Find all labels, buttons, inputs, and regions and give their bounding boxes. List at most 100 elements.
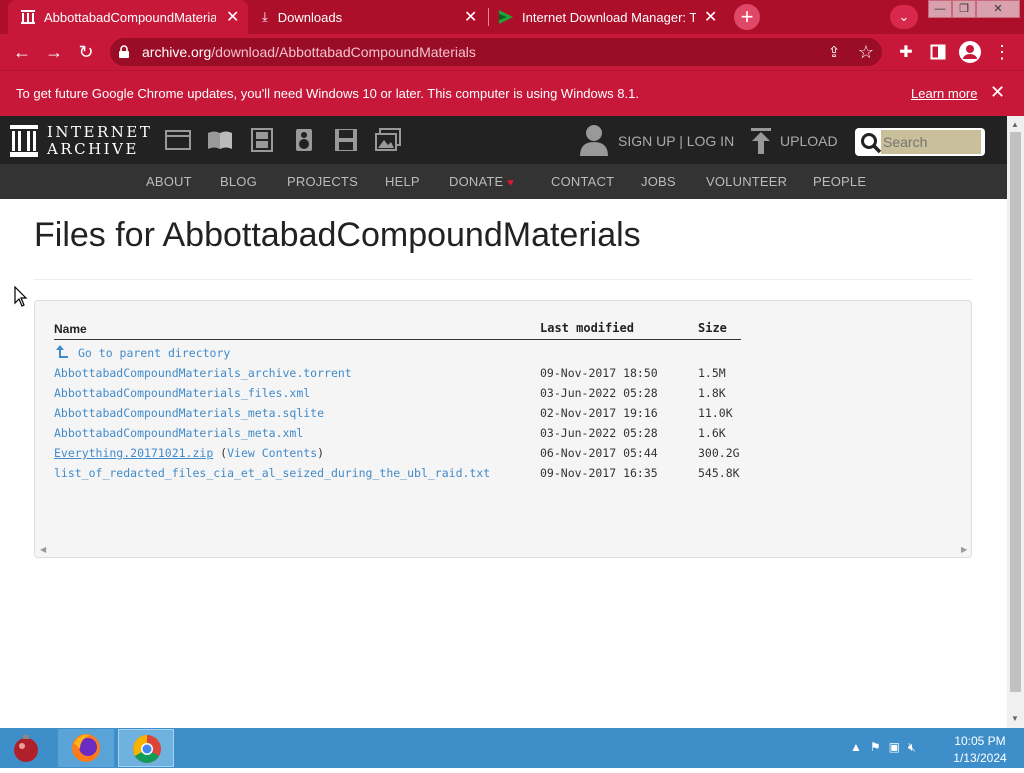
taskbar-firefox[interactable] (58, 729, 114, 767)
side-panel-icon[interactable] (924, 34, 952, 70)
share-icon[interactable]: ⇪ (820, 34, 848, 70)
url-text[interactable]: archive.org/download/AbbottabadCompoundM… (142, 44, 476, 60)
url-path: /download/AbbottabadCompoundMaterials (211, 44, 476, 60)
parent-directory-link[interactable]: Go to parent directory (78, 346, 230, 360)
video-icon[interactable] (249, 128, 275, 152)
table-row: AbbottabadCompoundMaterials_meta.sqlite … (0, 406, 1000, 426)
idm-icon (498, 9, 514, 25)
nav-about[interactable]: ABOUT (146, 174, 192, 189)
tab-title: Internet Download Manager: The (522, 9, 696, 25)
close-icon[interactable]: ✕ (704, 7, 717, 27)
new-tab-button[interactable]: + (734, 4, 760, 30)
scroll-up-arrow[interactable]: ▲ (1011, 120, 1019, 129)
images-icon[interactable] (375, 128, 401, 152)
show-hidden-icons-icon[interactable]: ▲ (850, 740, 862, 758)
file-size: 300.2G (698, 446, 740, 460)
lock-icon[interactable] (118, 45, 130, 59)
file-name-link[interactable]: AbbottabadCompoundMaterials_meta.sqlite (54, 406, 324, 420)
download-icon: ⤓ (262, 9, 268, 24)
header-divider (54, 339, 741, 340)
volume-muted-icon[interactable]: 🔇︎ (908, 740, 916, 758)
signup-login-link[interactable]: SIGN UP | LOG IN (618, 133, 734, 149)
file-name-link[interactable]: AbbottabadCompoundMaterials_archive.torr… (54, 366, 352, 380)
clock-time: 10:05 PM (954, 734, 1006, 748)
up-arrow-icon[interactable] (55, 345, 69, 362)
close-window-button[interactable]: ✕ (976, 0, 1020, 18)
learn-more-link[interactable]: Learn more (911, 86, 977, 101)
column-header-modified[interactable]: Last modified (540, 321, 634, 335)
nav-donate[interactable]: DONATE ♥ (449, 174, 514, 189)
logo-line-1: INTERNET (47, 123, 153, 141)
nav-donate-label: DONATE (449, 174, 504, 189)
nav-jobs[interactable]: JOBS (641, 174, 676, 189)
taskbar-chrome[interactable] (118, 729, 174, 767)
user-icon[interactable] (580, 124, 608, 156)
tab-title: AbbottabadCompoundMaterials (44, 9, 216, 25)
file-name-link[interactable]: Everything.20171021.zip (54, 446, 213, 460)
software-icon[interactable] (333, 128, 359, 152)
ia-logo-text[interactable]: INTERNET ARCHIVE (47, 124, 152, 158)
table-row: AbbottabadCompoundMaterials_archive.torr… (0, 366, 1000, 386)
extensions-icon[interactable]: ✚ (892, 34, 920, 70)
tab-idm[interactable]: Internet Download Manager: The ✕ (490, 0, 726, 34)
clock-date: 1/13/2024 (953, 751, 1007, 765)
parent-directory-row: Go to parent directory (0, 345, 1000, 366)
minimize-button[interactable]: — (928, 0, 952, 18)
file-modified: 09-Nov-2017 18:50 (540, 366, 658, 380)
heart-icon: ♥ (507, 177, 514, 189)
close-icon[interactable]: ✕ (226, 7, 239, 27)
nav-help[interactable]: HELP (385, 174, 420, 189)
reload-icon[interactable]: ↻ (72, 34, 100, 70)
upload-link[interactable]: UPLOAD (780, 133, 838, 149)
scroll-right-arrow[interactable]: ▶ (961, 545, 967, 554)
nav-blog[interactable]: BLOG (220, 174, 257, 189)
tab-title: Downloads (277, 9, 343, 25)
search-input[interactable] (881, 130, 981, 154)
scroll-down-arrow[interactable]: ▼ (1011, 714, 1019, 723)
start-button[interactable] (10, 732, 42, 764)
tab-downloads[interactable]: ⤓ Downloads ✕ (252, 0, 488, 34)
mouse-cursor (14, 285, 28, 308)
menu-icon[interactable]: ⋮ (988, 34, 1016, 70)
close-icon[interactable]: ✕ (464, 7, 477, 27)
scroll-left-arrow[interactable]: ◀ (40, 545, 46, 554)
column-header-name[interactable]: Name (54, 322, 87, 336)
page-title: Files for AbbottabadCompoundMaterials (34, 216, 641, 254)
audio-icon[interactable] (291, 128, 317, 152)
file-name-link[interactable]: AbbottabadCompoundMaterials_meta.xml (54, 426, 303, 440)
ia-logo-icon[interactable] (10, 125, 38, 157)
restore-button[interactable]: ❐ (952, 0, 976, 18)
nav-contact[interactable]: CONTACT (551, 174, 614, 189)
taskbar-clock[interactable]: 10:05 PM 1/13/2024 (950, 733, 1010, 767)
network-icon[interactable]: ▣ (889, 740, 900, 758)
column-header-size[interactable]: Size (698, 321, 727, 335)
forward-icon[interactable]: → (40, 34, 68, 70)
texts-icon[interactable] (207, 128, 233, 152)
nav-projects[interactable]: PROJECTS (287, 174, 358, 189)
profile-avatar[interactable] (956, 34, 984, 70)
logo-line-2: ARCHIVE (47, 140, 139, 158)
close-info-bar-icon[interactable]: ✕ (990, 82, 1005, 103)
upload-icon[interactable] (750, 128, 772, 154)
file-size: 545.8K (698, 466, 740, 480)
action-center-flag-icon[interactable]: ⚑ (870, 740, 881, 758)
table-row: list_of_redacted_files_cia_et_al_seized_… (0, 466, 1000, 486)
file-name-link[interactable]: AbbottabadCompoundMaterials_files.xml (54, 386, 310, 400)
file-name-link[interactable]: list_of_redacted_files_cia_et_al_seized_… (54, 466, 490, 480)
nav-people[interactable]: PEOPLE (813, 174, 866, 189)
nav-volunteer[interactable]: VOLUNTEER (706, 174, 787, 189)
back-icon[interactable]: ← (8, 34, 36, 70)
search-icon[interactable] (860, 132, 882, 154)
file-size: 1.5M (698, 366, 726, 380)
file-modified: 02-Nov-2017 19:16 (540, 406, 658, 420)
view-contents-link[interactable]: View Contents (227, 446, 317, 460)
bookmark-star-icon[interactable]: ☆ (852, 34, 880, 70)
tab-archive[interactable]: AbbottabadCompoundMaterials ✕ (8, 0, 248, 34)
url-host: archive.org (142, 44, 212, 60)
info-bar-message: To get future Google Chrome updates, you… (16, 86, 639, 101)
file-size: 1.8K (698, 386, 726, 400)
file-name-cell: Everything.20171021.zip (View Contents) (54, 446, 325, 460)
scrollbar-thumb[interactable] (1010, 132, 1021, 692)
tab-search-button[interactable]: ⌄ (890, 5, 918, 29)
web-icon[interactable] (165, 128, 191, 152)
